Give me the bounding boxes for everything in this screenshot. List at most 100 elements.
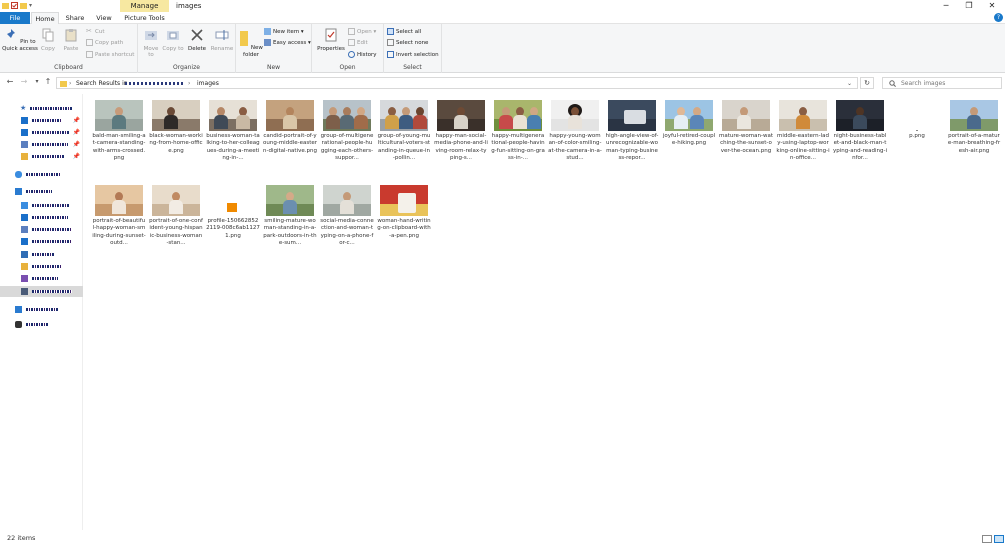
paste-button[interactable]: Paste (60, 28, 82, 52)
nav-item-pinned-3[interactable]: 📌 (0, 139, 83, 150)
file-item[interactable]: happy-man-social-media-phone-and-living-… (434, 94, 488, 178)
nav-item-pinned-2[interactable]: 📌 (0, 127, 83, 138)
properties-button[interactable]: Properties (314, 28, 348, 52)
edit-button[interactable]: Edit (348, 39, 368, 47)
nav-item-quick-access[interactable]: ★ (0, 103, 83, 114)
quick-access-dropdown-icon[interactable]: ▾ (29, 2, 36, 9)
copy-to-button[interactable]: Copy to (162, 28, 184, 52)
new-folder-quick-icon[interactable] (20, 2, 27, 9)
window-title: images (176, 2, 202, 10)
file-item[interactable]: p.png (890, 94, 942, 178)
address-bar[interactable]: › Search Results in › images ⌄ (56, 77, 858, 89)
file-item[interactable]: high-angle-view-of-unrecognizable-woman-… (605, 94, 658, 178)
tab-share[interactable]: Share (62, 12, 88, 24)
file-item[interactable]: group-of-young-multicultural-voters-stan… (377, 94, 431, 178)
file-item[interactable]: mature-woman-watching-the-sunset-over-th… (719, 94, 773, 178)
recent-locations-button[interactable]: ▾ (32, 77, 42, 87)
search-box[interactable] (882, 77, 1002, 89)
forward-button[interactable]: → (19, 77, 29, 87)
cut-button[interactable]: ✂ Cut (86, 28, 104, 36)
back-button[interactable]: ← (5, 77, 15, 87)
properties-quick-icon[interactable] (11, 2, 18, 9)
select-none-button[interactable]: Select none (387, 39, 428, 47)
rename-button[interactable]: Rename (210, 28, 234, 52)
nav-item-pinned-1[interactable]: 📌 (0, 115, 83, 126)
file-item[interactable]: social-media-connection-and-woman-typing… (320, 179, 374, 263)
close-button[interactable]: ✕ (981, 0, 1003, 12)
new-item-button[interactable]: New item ▾ (264, 28, 304, 36)
large-icons-view-button[interactable] (994, 535, 1004, 543)
nav-item-redacted-label (32, 155, 64, 158)
invert-selection-button[interactable]: Invert selection (387, 51, 439, 59)
file-item[interactable]: group-of-multigenerational-people-huggin… (320, 94, 373, 178)
copy-label: Copy (41, 45, 55, 52)
file-item[interactable]: happy-young-woman-of-color-smiling-at-th… (548, 94, 602, 178)
nav-item-pc-4[interactable] (0, 236, 83, 247)
history-button[interactable]: History (348, 51, 377, 59)
file-item[interactable]: happy-multigenerational-people-having-fu… (491, 94, 545, 178)
copy-path-button[interactable]: Copy path (86, 39, 123, 47)
nav-item-pc-5[interactable] (0, 249, 83, 260)
details-view-button[interactable] (982, 535, 992, 543)
file-item[interactable]: portrait-of-a-mature-man-breathing-fresh… (947, 94, 1000, 178)
image-thumbnail (893, 100, 941, 131)
file-item[interactable]: portrait-of-beautiful-happy-woman-smilin… (92, 179, 146, 263)
file-item[interactable]: bald-man-smiling-at-camera-standing-with… (92, 94, 146, 178)
file-item[interactable]: candid-portrait-of-young-middle-eastern-… (263, 94, 317, 178)
nav-item-pc-1[interactable] (0, 200, 83, 211)
nav-item-pinned-4[interactable]: 📌 (0, 151, 83, 162)
breadcrumb-search-results[interactable]: Search Results in (76, 79, 128, 89)
edit-icon (348, 39, 355, 46)
maximize-button[interactable]: ❐ (958, 0, 980, 12)
up-button[interactable]: ↑ (43, 77, 53, 87)
image-thumbnail (152, 185, 200, 216)
nav-item-pc-8-selected[interactable] (0, 286, 83, 297)
help-icon[interactable]: ? (994, 13, 1003, 22)
documents-icon (21, 226, 28, 233)
file-item[interactable]: profile-1506628522119-008c6ab11271.png (206, 179, 260, 263)
pin-icon: 📌 (72, 153, 80, 160)
nav-item-network[interactable] (0, 304, 83, 315)
file-item[interactable]: business-woman-talking-to-her-colleagues… (206, 94, 260, 178)
minimize-button[interactable]: ─ (935, 0, 957, 12)
copy-button[interactable]: Copy (38, 28, 58, 52)
desktop-icon (21, 214, 28, 221)
nav-item-pc-3[interactable] (0, 224, 83, 235)
paste-shortcut-button[interactable]: Paste shortcut (86, 51, 134, 59)
ribbon: Pin to Quick access Copy Paste ✂ Cut Copy… (0, 24, 1005, 73)
tab-file[interactable]: File (0, 12, 30, 24)
move-to-button[interactable]: Move to (140, 28, 162, 59)
search-input[interactable] (901, 79, 997, 88)
breadcrumb-current[interactable]: images (197, 79, 219, 89)
new-folder-button[interactable]: New folder (238, 28, 264, 58)
nav-item-linux[interactable] (0, 319, 83, 330)
select-all-button[interactable]: Select all (387, 28, 421, 36)
nav-item-this-pc[interactable] (0, 186, 83, 197)
manage-context-tab[interactable]: Manage (120, 0, 169, 12)
file-item[interactable]: woman-hand-writing-on-clipboard-with-a-p… (377, 179, 431, 263)
file-item[interactable]: smiling-mature-woman-standing-in-a-park-… (263, 179, 317, 263)
refresh-button[interactable]: ↻ (860, 77, 874, 89)
file-item[interactable]: middle-eastern-lady-using-laptop-working… (776, 94, 830, 178)
delete-button[interactable]: Delete (186, 28, 208, 52)
copy-icon (42, 28, 54, 42)
nav-item-onedrive[interactable] (0, 169, 83, 180)
nav-item-redacted-label (32, 265, 62, 268)
file-item[interactable]: night-business-tablet-and-black-man-typi… (833, 94, 887, 178)
image-thumbnail (95, 185, 143, 216)
tab-view[interactable]: View (92, 12, 116, 24)
nav-item-pc-2[interactable] (0, 212, 83, 223)
pin-quick-access-button[interactable]: Pin to Quick access (2, 28, 38, 52)
nav-item-pc-7[interactable] (0, 273, 83, 284)
open-button[interactable]: Open ▾ (348, 28, 376, 36)
tab-picture-tools[interactable]: Picture Tools (122, 12, 167, 24)
file-name: p.png (909, 133, 925, 139)
file-item[interactable]: joyful-retired-couple-hiking.png (662, 94, 715, 178)
address-dropdown-icon[interactable]: ⌄ (847, 79, 852, 89)
nav-item-pc-6[interactable] (0, 261, 83, 272)
file-name: group-of-young-multicultural-voters-stan… (377, 133, 431, 162)
clipboard-group-label: Clipboard (54, 64, 83, 71)
easy-access-button[interactable]: Easy access ▾ (264, 39, 311, 47)
file-item[interactable]: black-woman-working-from-home-office.png (149, 94, 203, 178)
file-item[interactable]: portrait-of-one-confident-young-hispanic… (149, 179, 203, 263)
